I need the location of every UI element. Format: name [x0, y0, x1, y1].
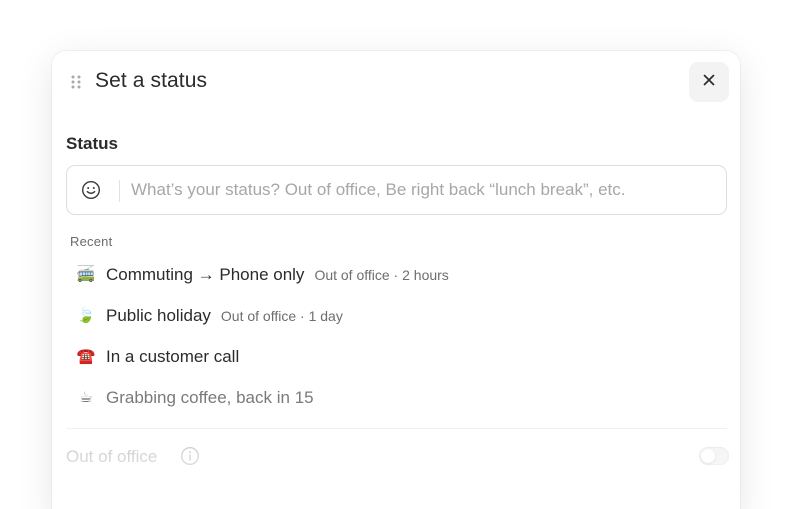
recent-status-meta: Out of office · 1 day: [220, 307, 343, 324]
recent-status-meta: Out of office · 2 hours: [314, 266, 449, 283]
section-divider: [66, 428, 727, 429]
out-of-office-toggle[interactable]: [699, 447, 729, 465]
set-status-dialog: Set a status Status What’s your status? …: [52, 51, 740, 509]
recent-status-public-holiday[interactable]: 🍃 Public holiday Out of office · 1 day: [66, 295, 727, 336]
recent-label: Recent: [70, 234, 113, 249]
recent-status-coffee[interactable]: ☕ Grabbing coffee, back in 15: [66, 377, 727, 418]
out-of-office-row: Out of office: [66, 444, 729, 472]
dialog-header: Set a status: [52, 61, 740, 103]
toggle-knob: [701, 449, 715, 463]
coffee-icon: ☕: [79, 388, 93, 406]
recent-status-text: Grabbing coffee, back in 15: [106, 387, 314, 407]
status-section-label: Status: [66, 134, 118, 153]
out-of-office-label: Out of office: [66, 447, 158, 466]
close-button[interactable]: [689, 62, 729, 102]
trolleybus-icon: 🚎: [76, 265, 96, 283]
screen: Set a status Status What’s your status? …: [0, 0, 792, 509]
recent-status-text: Public holiday: [106, 305, 211, 325]
info-icon[interactable]: [180, 446, 200, 466]
status-text-input[interactable]: [131, 177, 716, 203]
recent-status-text: In a customer call: [106, 346, 240, 366]
drag-handle-icon[interactable]: [70, 74, 82, 90]
recent-status-customer-call[interactable]: ☎️ In a customer call: [66, 336, 727, 377]
close-icon: [703, 73, 715, 91]
leaf-icon: 🍃: [76, 306, 96, 324]
dialog-title: Set a status: [95, 69, 208, 92]
telephone-icon: ☎️: [76, 347, 96, 365]
smiley-icon[interactable]: [79, 178, 103, 202]
input-divider: [119, 180, 120, 202]
recent-status-commuting[interactable]: 🚎 Commuting → Phone only Out of office ·…: [66, 254, 727, 295]
recent-status-text: Commuting → Phone only: [106, 264, 305, 284]
status-input-box[interactable]: [66, 165, 727, 215]
recent-status-list: 🚎 Commuting → Phone only Out of office ·…: [66, 254, 727, 418]
